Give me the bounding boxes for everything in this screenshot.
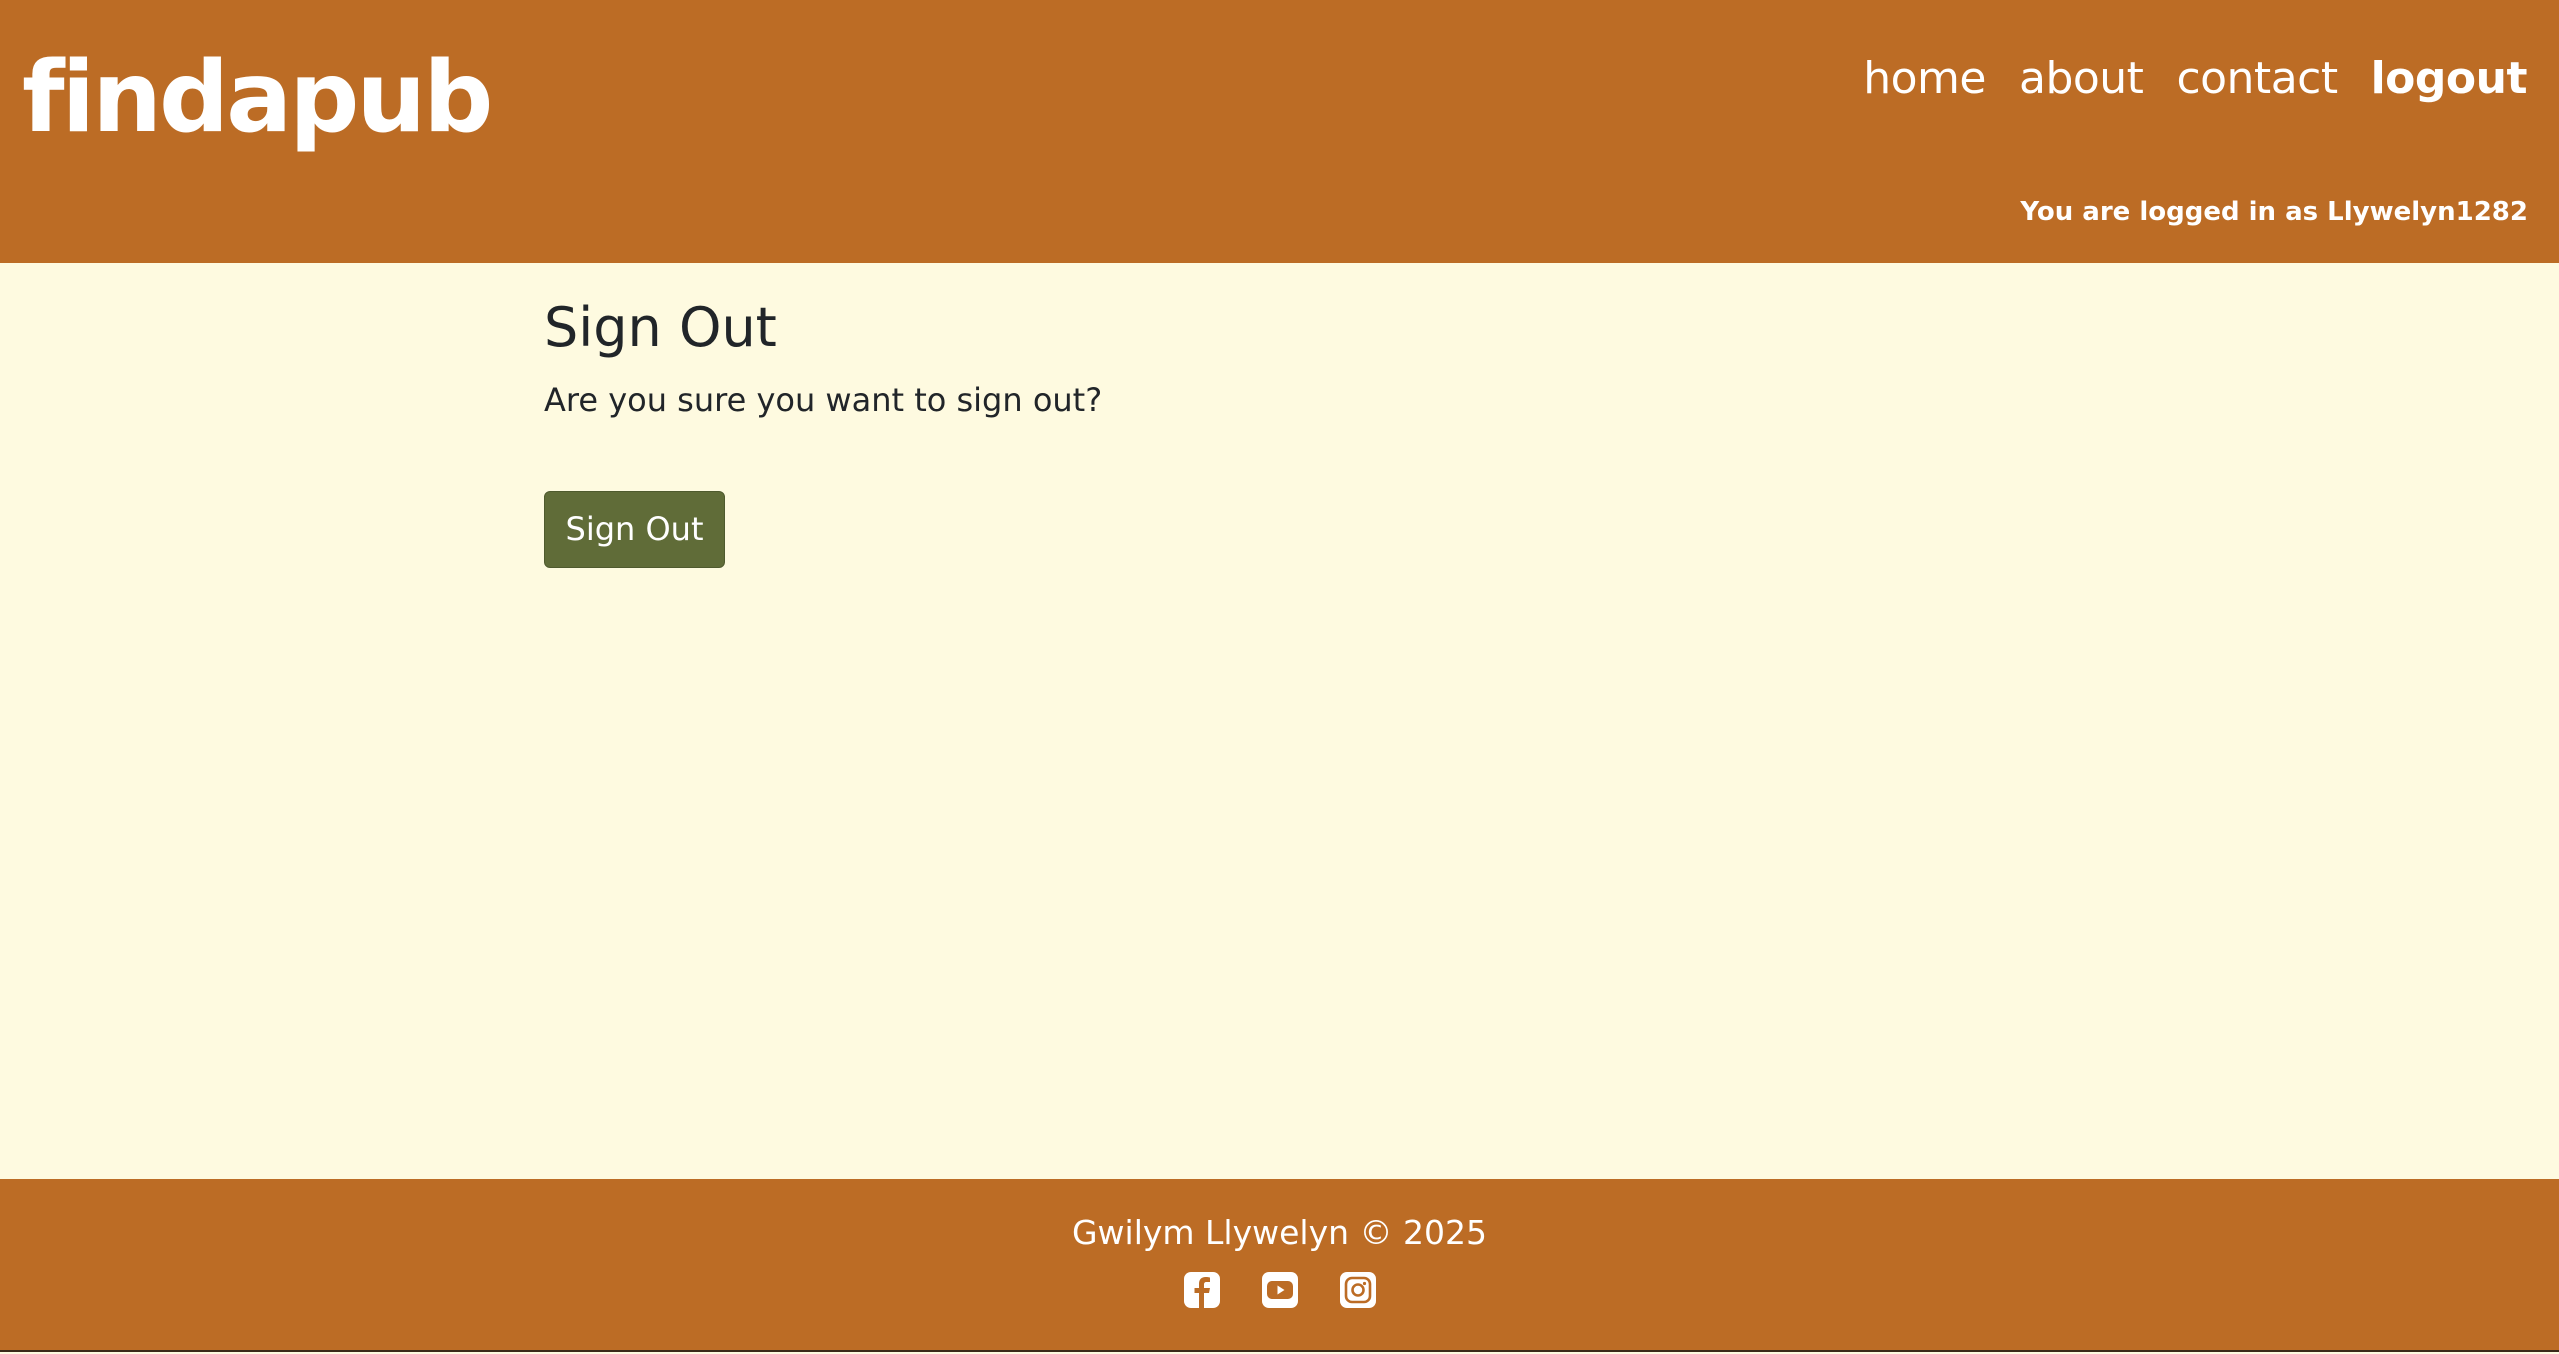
signout-confirm-message: Are you sure you want to sign out? <box>544 381 1103 419</box>
facebook-link[interactable] <box>1183 1271 1221 1309</box>
social-links <box>0 1271 2559 1309</box>
youtube-icon <box>1261 1272 1298 1308</box>
instagram-link[interactable] <box>1339 1271 1377 1309</box>
site-header: findapub home about contact logout You a… <box>0 0 2559 263</box>
nav-link-contact[interactable]: contact <box>2176 46 2338 112</box>
facebook-icon <box>1183 1272 1220 1308</box>
main-nav: home about contact logout <box>1863 46 2527 112</box>
nav-link-logout[interactable]: logout <box>2371 46 2528 112</box>
site-footer: Gwilym Llywelyn © 2025 <box>0 1179 2559 1352</box>
sign-out-button[interactable]: Sign Out <box>544 491 725 568</box>
instagram-icon <box>1339 1272 1376 1308</box>
login-status-text: You are logged in as Llywelyn1282 <box>2020 197 2528 227</box>
nav-link-home[interactable]: home <box>1863 46 1986 112</box>
brand-logo-link[interactable]: findapub <box>22 36 493 160</box>
page-title: Sign Out <box>544 296 777 359</box>
copyright-text: Gwilym Llywelyn © 2025 <box>1071 1213 1487 1252</box>
youtube-link[interactable] <box>1261 1271 1299 1309</box>
nav-link-about[interactable]: about <box>2019 46 2144 112</box>
